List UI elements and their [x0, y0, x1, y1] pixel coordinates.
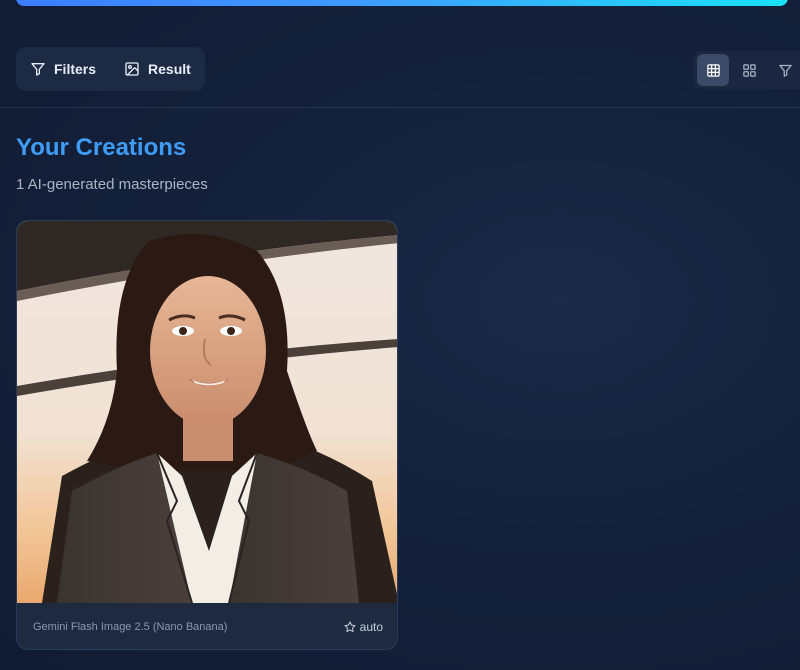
filter-toggle-button[interactable]	[769, 54, 800, 86]
grid-large-button[interactable]	[697, 54, 729, 86]
header-divider	[0, 107, 800, 108]
grid-small-button[interactable]	[733, 54, 765, 86]
page-subtitle: 1 AI-generated masterpieces	[16, 176, 208, 193]
page-title: Your Creations	[16, 134, 187, 161]
model-label: Gemini Flash Image 2.5 (Nano Banana)	[33, 621, 228, 633]
star-icon	[344, 621, 356, 632]
card-footer: Gemini Flash Image 2.5 (Nano Banana) aut…	[17, 603, 397, 649]
filter-icon	[31, 63, 45, 76]
image-icon	[125, 62, 139, 76]
result-label: Result	[148, 61, 191, 77]
view-switcher	[693, 51, 800, 89]
aspect-label: auto	[359, 620, 383, 634]
filters-button[interactable]: Filters	[16, 47, 110, 91]
aspect-badge[interactable]: auto	[344, 620, 383, 634]
filters-label: Filters	[54, 61, 97, 77]
grid-small-icon	[742, 63, 756, 77]
result-button[interactable]: Result	[110, 47, 205, 91]
generated-image[interactable]	[17, 221, 398, 603]
grid-large-icon	[706, 63, 720, 77]
toolbar-tabs: Filters Result	[16, 47, 205, 91]
filter-icon	[778, 64, 792, 77]
creation-card[interactable]: Gemini Flash Image 2.5 (Nano Banana) aut…	[16, 220, 398, 650]
progress-gradient-bar	[16, 0, 788, 6]
